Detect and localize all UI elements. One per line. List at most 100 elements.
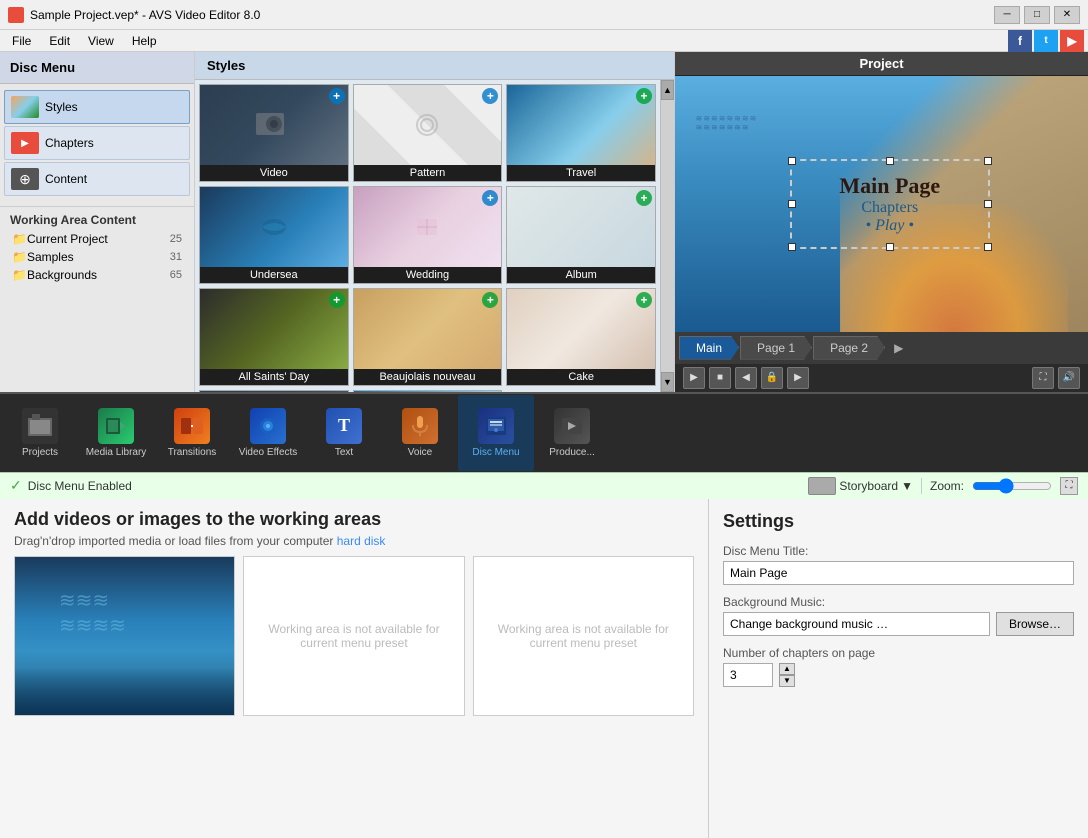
gallery-label-cake: Cake [507,369,655,385]
menu-file[interactable]: File [4,32,39,50]
folder-icon-samples: 📁 [12,250,27,264]
chapters-spinner[interactable]: ▲ ▼ [779,663,795,687]
handle-tr[interactable] [984,157,992,165]
gallery-label-video: Video [200,165,348,181]
voice-icon [402,408,438,444]
nav-tab-page1[interactable]: Page 1 [740,336,812,360]
left-panel: Disc Menu Styles ▶ Chapters ⊕ Content Wo [0,52,195,392]
spin-up-btn[interactable]: ▲ [779,663,795,675]
handle-b[interactable] [886,243,894,251]
handle-t[interactable] [886,157,894,165]
transitions-label: Transitions [168,447,217,458]
divider [921,478,922,494]
gallery-item-undersea[interactable]: Undersea [199,186,349,284]
wa-item-samples[interactable]: 📁 Samples 31 [8,248,186,266]
media-label: Media Library [86,447,147,458]
handle-bl[interactable] [788,243,796,251]
toolbar-voice[interactable]: Voice [382,395,458,471]
gallery-plus-pattern: + [482,88,498,104]
scroll-down-btn[interactable]: ▼ [661,372,674,392]
toolbar-transitions[interactable]: Transitions [154,395,230,471]
facebook-button[interactable]: f [1008,30,1032,52]
wa-slot-1[interactable]: ≋≋≋≋≋≋≋ [14,556,235,716]
wa-fish-group: ≋≋≋≋≋≋≋ [59,588,126,638]
volume-button[interactable]: 🔊 [1058,367,1080,389]
nav-tab-page2[interactable]: Page 2 [813,336,885,360]
menu-item-chapters[interactable]: ▶ Chapters [4,126,190,160]
wa-item-current-project[interactable]: 📁 Current Project 25 [8,230,186,248]
folder-icon-backgrounds: 📁 [12,268,27,282]
wa-slot-3[interactable]: Working area is not available for curren… [473,556,694,716]
spin-down-btn[interactable]: ▼ [779,675,795,687]
bottom-section: Add videos or images to the working area… [0,499,1088,838]
gallery-item-wedding[interactable]: + Wedding [353,186,503,284]
nav-tab-more[interactable]: ▶ [886,337,911,359]
nav-tab-main[interactable]: Main [679,336,739,360]
chapters-input[interactable] [723,663,773,687]
preview-main-page-text: Main Page [816,173,964,199]
storyboard-dropdown-icon[interactable]: ▼ [901,479,913,493]
wa-slot-1-image: ≋≋≋≋≋≋≋ [15,557,234,715]
hard-disk-link[interactable]: hard disk [337,534,386,548]
wa-item-backgrounds[interactable]: 📁 Backgrounds 65 [8,266,186,284]
gallery-item-cake[interactable]: + Cake [506,288,656,386]
gallery-item-album[interactable]: + Album [506,186,656,284]
working-area-slots: ≋≋≋≋≋≋≋ Working area is not available fo… [14,556,694,829]
play-button[interactable]: ▶ [683,367,705,389]
minimize-button[interactable]: ─ [994,6,1020,24]
handle-br[interactable] [984,243,992,251]
youtube-button[interactable]: ▶ [1060,30,1084,52]
gallery-item-travel[interactable]: + Travel [506,84,656,182]
toolbar-text[interactable]: T Text [306,395,382,471]
prev-button[interactable]: ◀ [735,367,757,389]
next-button[interactable]: ▶ [787,367,809,389]
gallery-item-more1[interactable]: + [199,390,349,392]
toolbar-projects[interactable]: Projects [2,395,78,471]
toolbar-produce[interactable]: Produce... [534,395,610,471]
menu-item-styles[interactable]: Styles [4,90,190,124]
text-label: Text [335,447,353,458]
browse-button[interactable]: Browse… [996,612,1074,636]
fullscreen-button[interactable]: ⛶ [1032,367,1054,389]
disc-menu-enabled-label: Disc Menu Enabled [28,479,132,493]
window-title: Sample Project.vep* - AVS Video Editor 8… [30,8,994,22]
title-bar: Sample Project.vep* - AVS Video Editor 8… [0,0,1088,30]
preview-chapters-text: Chapters [816,199,964,217]
wa-count-samples: 31 [170,251,182,263]
twitter-button[interactable]: t [1034,30,1058,52]
gallery-scroll[interactable]: + Video + Pattern [195,80,674,392]
storyboard-toggle[interactable]: Storyboard ▼ [808,477,913,495]
menu-view[interactable]: View [80,32,122,50]
zoom-slider[interactable] [972,478,1052,494]
handle-l[interactable] [788,200,796,208]
zoom-label: Zoom: [930,479,964,493]
gallery-item-beaujolais[interactable]: + Beaujolais nouveau [353,288,503,386]
restore-button[interactable]: □ [1024,6,1050,24]
close-button[interactable]: ✕ [1054,6,1080,24]
menu-help[interactable]: Help [124,32,165,50]
toolbar-vfx[interactable]: Video Effects [230,395,306,471]
text-icon: T [326,408,362,444]
stop-button[interactable]: ■ [709,367,731,389]
wa-slot-2-placeholder: Working area is not available for curren… [244,612,463,660]
disc-menu-title-input[interactable] [723,561,1074,585]
wa-slot-2[interactable]: Working area is not available for curren… [243,556,464,716]
toolbar-media[interactable]: Media Library [78,395,154,471]
gallery-item-allsaints[interactable]: + All Saints' Day [199,288,349,386]
menu-edit[interactable]: Edit [41,32,78,50]
lock-button[interactable]: 🔒 [761,367,783,389]
menu-item-content[interactable]: ⊕ Content [4,162,190,196]
gallery-item-pattern[interactable]: + Pattern [353,84,503,182]
handle-r[interactable] [984,200,992,208]
toolbar-disc-menu[interactable]: Disc Menu [458,395,534,471]
scroll-up-btn[interactable]: ▲ [661,80,674,100]
bg-music-input[interactable] [723,612,990,636]
handle-tl[interactable] [788,157,796,165]
zoom-fit-btn[interactable]: ⛶ [1060,477,1078,495]
produce-label: Produce... [549,447,595,458]
gallery-scrollbar[interactable]: ▲ ▼ [660,80,674,392]
gallery-item-more2[interactable]: + [353,390,503,392]
styles-icon [11,96,39,118]
settings-title: Settings [723,511,1074,532]
gallery-item-video[interactable]: + Video [199,84,349,182]
